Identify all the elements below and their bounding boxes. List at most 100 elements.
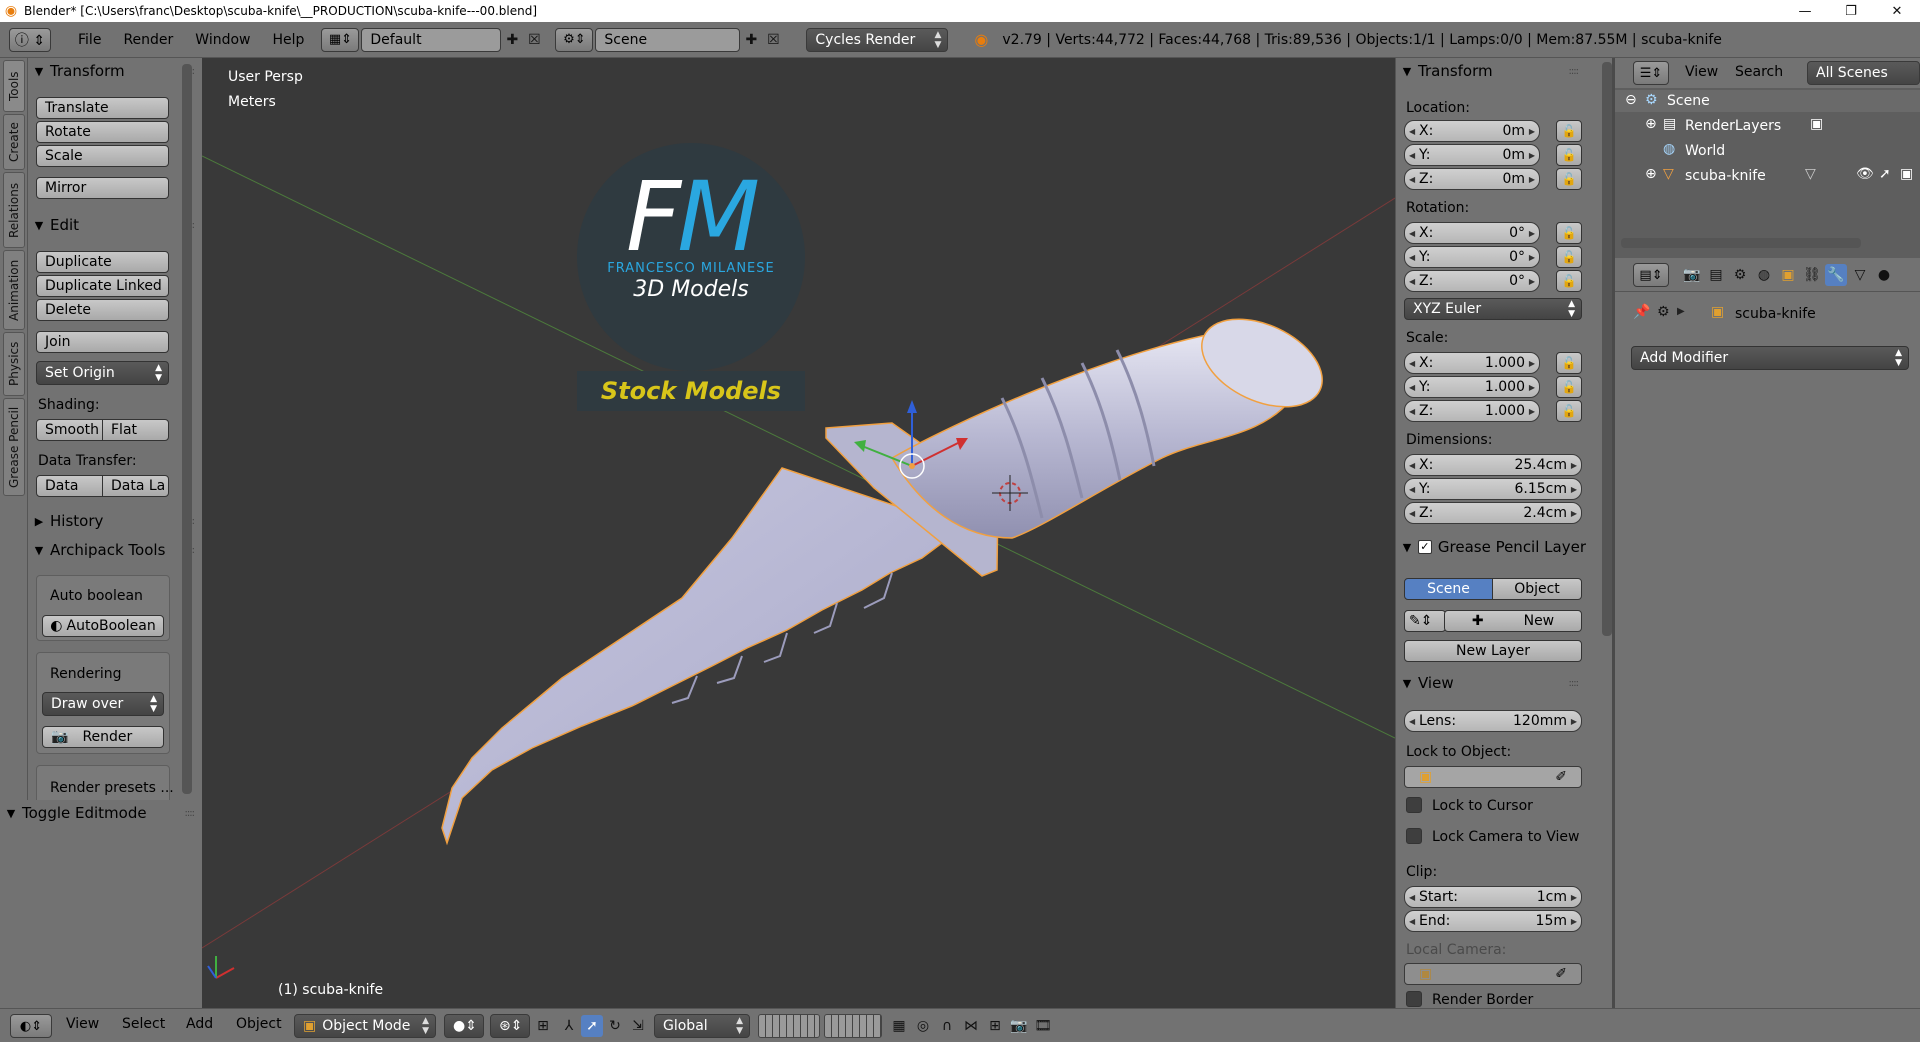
rotation-z-field[interactable]: ◀ Z: 0° ▶ — [1404, 270, 1540, 292]
remove-scene-icon[interactable]: ☒ — [762, 29, 784, 51]
transform-orientation-dropdown[interactable]: Global ▲ ▼ — [654, 1014, 750, 1038]
lock-object-field[interactable]: ▣ ✐ — [1404, 766, 1582, 788]
lock-rotation-x-icon[interactable]: 🔓 — [1556, 222, 1582, 244]
scale-y-field[interactable]: ◀ Y: 1.000 ▶ — [1404, 376, 1540, 398]
auto-boolean-button[interactable]: ◐ AutoBoolean — [42, 615, 164, 637]
drag-grip-icon[interactable]: :::: — [1569, 678, 1580, 689]
rotation-x-field[interactable]: ◀ X: 0° ▶ — [1404, 222, 1540, 244]
scale-x-field[interactable]: ◀ X: 1.000 ▶ — [1404, 352, 1540, 374]
z-gizmo-arrowhead[interactable] — [907, 400, 917, 413]
lock-rotation-y-icon[interactable]: 🔓 — [1556, 246, 1582, 268]
viewport-menu-select[interactable]: Select — [122, 1016, 165, 1032]
lock-camera-checkbox[interactable] — [1406, 828, 1422, 844]
pin-icon[interactable]: 📌 — [1633, 304, 1650, 320]
history-panel-header[interactable]: ▶ History :::: — [28, 510, 202, 532]
modifiers-tab-icon[interactable]: 🔧 — [1825, 264, 1847, 286]
visibility-eye-icon[interactable]: 👁 — [1856, 166, 1874, 182]
join-button[interactable]: Join — [36, 331, 169, 353]
grease-pencil-layer-header[interactable]: ▼ ✓ Grease Pencil Layer — [1396, 536, 1586, 558]
outliner-view-menu[interactable]: View — [1685, 64, 1718, 80]
outliner-renderlayers[interactable]: RenderLayers — [1685, 118, 1781, 134]
drag-grip-icon[interactable]: :::: — [185, 808, 196, 819]
close-button[interactable]: ✕ — [1874, 0, 1920, 22]
lock-rotation-z-icon[interactable]: 🔓 — [1556, 270, 1582, 292]
snap-element-icon[interactable]: ⊞ — [984, 1015, 1006, 1037]
render-button[interactable]: 📷 Render — [42, 726, 164, 748]
editor-type-button[interactable]: ⓘ ⇕ — [9, 27, 51, 52]
outliner-scene[interactable]: Scene — [1667, 93, 1710, 109]
viewport-menu-view[interactable]: View — [66, 1016, 99, 1032]
render-layer-toggle-icon[interactable]: ▣ — [1810, 116, 1823, 132]
delete-button[interactable]: Delete — [36, 299, 169, 321]
expand-icon[interactable]: ⊕ — [1645, 166, 1657, 182]
lock-location-z-icon[interactable]: 🔓 — [1556, 168, 1582, 190]
outliner-filter-dropdown[interactable]: All Scenes — [1807, 61, 1920, 85]
duplicate-button[interactable]: Duplicate — [36, 251, 169, 273]
scene-tab-icon[interactable]: ⚙ — [1729, 264, 1751, 286]
screen-layout-field[interactable]: Default — [361, 27, 502, 52]
expand-icon[interactable]: ⊕ — [1645, 116, 1657, 132]
minimize-button[interactable]: — — [1782, 0, 1828, 22]
outliner-hscrollbar[interactable] — [1621, 238, 1861, 248]
smooth-button[interactable]: Smooth — [36, 419, 103, 441]
maximize-button[interactable]: ❐ — [1828, 0, 1874, 22]
location-z-field[interactable]: ◀ Z: 0m ▶ — [1404, 168, 1540, 190]
mirror-button[interactable]: Mirror — [36, 177, 169, 199]
duplicate-linked-button[interactable]: Duplicate Linked — [36, 275, 169, 297]
lens-field[interactable]: ◀ Lens: 120mm ▶ — [1404, 710, 1582, 732]
dimensions-z-field[interactable]: ◀ Z: 2.4cm ▶ — [1404, 502, 1582, 524]
tab-animation[interactable]: Animation — [3, 250, 25, 330]
tab-relations[interactable]: Relations — [3, 172, 25, 248]
render-border-checkbox[interactable] — [1406, 991, 1422, 1007]
menu-window[interactable]: Window — [184, 32, 261, 48]
n-view-header[interactable]: ▼ View :::: — [1396, 672, 1586, 694]
viewport-menu-add[interactable]: Add — [186, 1016, 213, 1032]
grease-pencil-icon[interactable]: ✎⇕ — [1404, 610, 1446, 632]
outliner-row-scene[interactable] — [1615, 90, 1920, 112]
rotate-manipulator-icon[interactable]: ↻ — [604, 1015, 626, 1037]
rotate-button[interactable]: Rotate — [36, 121, 169, 143]
snap-icon[interactable]: ⋈ — [960, 1015, 982, 1037]
transform-panel-header[interactable]: ▼ Transform :::: — [28, 60, 202, 82]
viewport-editor-icon[interactable]: ◐⇕ — [10, 1014, 52, 1038]
outliner-editor-icon[interactable]: ☰⇕ — [1633, 61, 1669, 85]
renderable-camera-icon[interactable]: ▣ — [1900, 166, 1913, 182]
render-icon[interactable]: 📷 — [1008, 1015, 1030, 1037]
set-origin-dropdown[interactable]: Set Origin ▲ ▼ — [36, 361, 169, 385]
lock-scale-x-icon[interactable]: 🔓 — [1556, 352, 1582, 374]
add-scene-icon[interactable]: ✚ — [740, 29, 762, 51]
layer-buttons-1[interactable] — [758, 1014, 820, 1038]
rotation-y-field[interactable]: ◀ Y: 0° ▶ — [1404, 246, 1540, 268]
proportional-falloff-icon[interactable]: ∩ — [936, 1015, 958, 1037]
data-transfer-button[interactable]: Data — [36, 475, 103, 497]
render-layers-tab-icon[interactable]: ▤ — [1705, 264, 1727, 286]
tool-shelf-scrollbar[interactable] — [182, 64, 192, 794]
scale-manipulator-icon[interactable]: ⇲ — [627, 1015, 649, 1037]
screen-layout-icon[interactable]: ▦⇕ — [321, 27, 360, 52]
clip-start-field[interactable]: ◀ Start: 1cm ▶ — [1404, 886, 1582, 908]
scale-button[interactable]: Scale — [36, 145, 169, 167]
object-tab-icon[interactable]: ▣ — [1777, 264, 1799, 286]
eyedropper-icon[interactable]: ✐ — [1555, 769, 1567, 785]
collapse-icon[interactable]: ⊖ — [1625, 92, 1637, 108]
viewport-menu-object[interactable]: Object — [236, 1016, 282, 1032]
grease-new-button[interactable]: ✚ New — [1444, 610, 1582, 632]
toggle-editmode-header[interactable]: ▼ Toggle Editmode :::: — [0, 802, 202, 824]
grease-pencil-checkbox[interactable]: ✓ — [1417, 540, 1432, 554]
menu-help[interactable]: Help — [261, 32, 315, 48]
edit-panel-header[interactable]: ▼ Edit :::: — [28, 214, 202, 236]
dimensions-x-field[interactable]: ◀ X: 25.4cm ▶ — [1404, 454, 1582, 476]
translate-manipulator-icon[interactable]: ➚ — [581, 1015, 603, 1037]
scene-icon[interactable]: ⚙⇕ — [555, 27, 594, 52]
lock-scale-z-icon[interactable]: 🔓 — [1556, 400, 1582, 422]
render-tab-icon[interactable]: 📷 — [1681, 264, 1703, 286]
lock-scale-y-icon[interactable]: 🔓 — [1556, 376, 1582, 398]
lock-location-y-icon[interactable]: 🔓 — [1556, 144, 1582, 166]
pivot-point-dropdown[interactable]: ⊛⇕ — [490, 1014, 530, 1038]
scale-z-field[interactable]: ◀ Z: 1.000 ▶ — [1404, 400, 1540, 422]
constraints-tab-icon[interactable]: ⛓ — [1801, 264, 1823, 286]
properties-editor-icon[interactable]: ▤⇕ — [1633, 263, 1669, 287]
location-y-field[interactable]: ◀ Y: 0m ▶ — [1404, 144, 1540, 166]
n-panel-scrollbar[interactable] — [1602, 62, 1612, 636]
render-animation-icon[interactable]: 🎞 — [1032, 1015, 1054, 1037]
